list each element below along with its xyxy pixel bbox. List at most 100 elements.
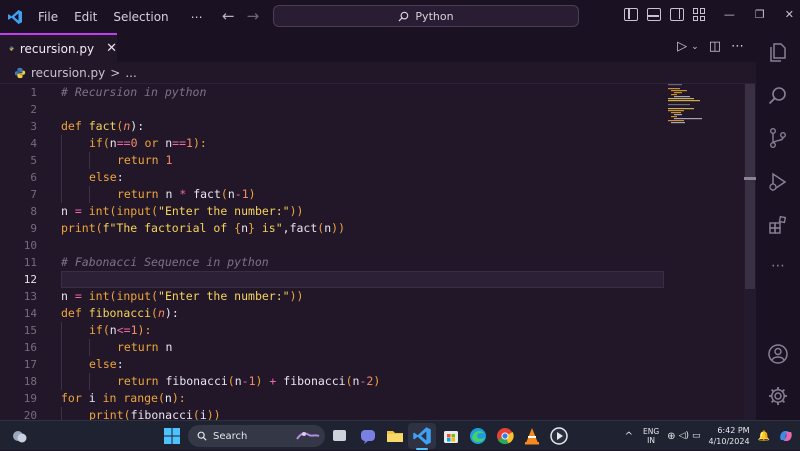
copilot-icon[interactable] — [778, 428, 794, 444]
menu-selection[interactable]: Selection — [105, 10, 176, 24]
line-number: 10 — [23, 239, 37, 252]
media-player-icon[interactable] — [549, 426, 569, 446]
code-line-20: print(fibonacci(i)) — [61, 407, 664, 420]
clock[interactable]: 6:42 PM 4/10/2024 — [709, 425, 750, 447]
system-tray: ^ ENG IN ⊕ ◁) ▭ 6:42 PM 4/10/2024 🔔 — [625, 421, 800, 451]
command-center-label: Python — [415, 9, 454, 23]
python-file-icon — [9, 46, 14, 51]
vscode-window: File Edit Selection ⋯ ← → Python — ❐ ✕ r… — [0, 0, 800, 450]
battery-icon[interactable]: ▭ — [692, 431, 701, 441]
task-view-icon[interactable] — [333, 430, 346, 441]
language-code: ENG — [643, 427, 660, 436]
show-hidden-icons-chevron-icon[interactable]: ^ — [625, 431, 633, 442]
toggle-primary-sidebar-icon[interactable] — [624, 8, 638, 21]
vertical-scrollbar[interactable] — [744, 84, 756, 420]
more-actions-icon[interactable]: ⋯ — [731, 39, 744, 54]
clock-date: 4/10/2024 — [708, 437, 750, 446]
code-line-18: return fibonacci(n-1) + fibonacci(n-2) — [61, 373, 664, 390]
taskbar-search[interactable]: Search — [188, 425, 325, 447]
menu-file[interactable]: File — [30, 10, 66, 24]
extensions-icon[interactable] — [767, 214, 789, 236]
line-number: 18 — [23, 375, 37, 388]
line-number: 17 — [23, 358, 37, 371]
layout-controls — [624, 8, 706, 21]
run-and-debug-icon[interactable] — [767, 171, 789, 193]
tab-recursion-py[interactable]: recursion.py ✕ — [0, 33, 117, 62]
taskbar-search-label: Search — [213, 430, 248, 442]
minimap[interactable] — [666, 84, 726, 144]
file-explorer-icon[interactable] — [385, 426, 405, 446]
start-windows-icon[interactable] — [162, 426, 182, 446]
menu-edit[interactable]: Edit — [66, 10, 105, 24]
network-globe-icon[interactable]: ⊕ — [667, 431, 675, 442]
teams-chat-icon[interactable] — [358, 426, 378, 446]
windows-taskbar: Search ^ ENG IN ⊕ ◁) ▭ 6:42 PM 4/10/2024 — [0, 420, 800, 450]
code-line-11: # Fabonacci Sequence in python — [61, 255, 269, 269]
line-number: 11 — [23, 256, 37, 269]
line-number: 4 — [30, 137, 37, 150]
run-icon[interactable]: ▷ — [677, 39, 687, 54]
code-editor[interactable]: 1 2 3 4 5 6 7 8 9 10 11 12 13 14 15 16 1… — [0, 84, 744, 420]
chrome-browser-icon[interactable] — [495, 426, 515, 446]
editor-actions: ▷ ⌄ ◫ ⋯ — [677, 39, 744, 54]
run-dropdown-icon[interactable]: ⌄ — [691, 42, 699, 54]
manage-gear-icon[interactable] — [767, 385, 789, 407]
code-line-15: if(n<=1): — [61, 322, 664, 339]
customize-layout-icon[interactable] — [693, 8, 706, 21]
search-highlight-icon — [296, 432, 320, 440]
code-line-7: return n * fact(n-1) — [61, 186, 664, 203]
split-editor-icon[interactable]: ◫ — [709, 39, 721, 54]
menu-bar: File Edit Selection ⋯ — [30, 0, 211, 33]
line-number-gutter: 1 2 3 4 5 6 7 8 9 10 11 12 13 14 15 16 1… — [0, 84, 50, 420]
more-views-icon[interactable]: ⋯ — [767, 258, 789, 280]
line-number: 9 — [30, 222, 37, 235]
vlc-player-icon[interactable] — [522, 426, 542, 446]
weather-icon[interactable] — [10, 426, 30, 446]
breadcrumb-file[interactable]: recursion.py — [31, 66, 105, 80]
region-code: IN — [647, 436, 655, 445]
toggle-panel-icon[interactable] — [647, 8, 661, 21]
line-number: 2 — [30, 103, 37, 116]
vscode-taskbar-icon[interactable] — [412, 426, 432, 446]
close-window-icon[interactable]: ✕ — [785, 8, 794, 21]
line-number-active: 12 — [23, 273, 37, 286]
toggle-secondary-sidebar-icon[interactable] — [670, 8, 684, 21]
line-number: 13 — [23, 290, 37, 303]
breadcrumb-symbols[interactable]: ... — [125, 66, 136, 80]
source-control-icon[interactable] — [767, 127, 789, 149]
notification-bell-icon[interactable]: 🔔 — [758, 431, 770, 442]
edge-browser-icon[interactable] — [468, 426, 488, 446]
command-center[interactable]: Python — [273, 5, 579, 27]
tab-close-icon[interactable]: ✕ — [106, 41, 117, 56]
code-line-9: print(f"The factorial of {n} is",fact(n)… — [61, 221, 346, 235]
code-line-3: def fact(n): — [61, 119, 145, 133]
menu-more[interactable]: ⋯ — [177, 10, 211, 24]
minimize-icon[interactable]: — — [724, 8, 735, 21]
input-language[interactable]: ENG IN — [643, 427, 659, 445]
forward-arrow-icon[interactable]: → — [247, 7, 260, 25]
breadcrumb: recursion.py > ... — [0, 62, 756, 84]
volume-icon[interactable]: ◁) — [679, 431, 689, 441]
code-line-17: else: — [61, 356, 664, 373]
code-line-19: for i in range(n): — [61, 391, 186, 405]
microsoft-store-icon[interactable] — [441, 426, 461, 446]
vscode-logo-icon[interactable] — [0, 0, 30, 33]
code-line-16: return n — [61, 339, 664, 356]
search-icon[interactable] — [767, 85, 789, 107]
line-number: 6 — [30, 171, 37, 184]
code-line-6: else: — [61, 169, 664, 186]
accounts-icon[interactable] — [767, 343, 789, 365]
python-file-icon — [14, 67, 26, 78]
scrollbar-thumb[interactable] — [745, 84, 755, 289]
code-line-12-cursor[interactable] — [61, 271, 664, 288]
tab-label: recursion.py — [19, 41, 95, 56]
line-number: 14 — [23, 307, 37, 320]
breadcrumb-separator: > — [110, 65, 121, 80]
explorer-icon[interactable] — [767, 41, 789, 63]
code-line-14: def fibonacci(n): — [61, 306, 179, 320]
search-icon — [398, 11, 409, 22]
back-arrow-icon[interactable]: ← — [222, 7, 235, 25]
restore-icon[interactable]: ❐ — [755, 8, 765, 21]
line-number: 3 — [30, 120, 37, 133]
